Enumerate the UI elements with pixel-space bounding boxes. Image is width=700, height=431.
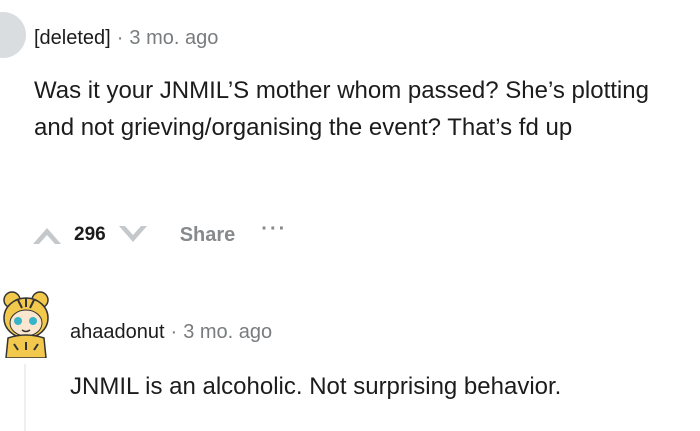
comment-meta: [deleted] · 3 mo. ago: [34, 24, 218, 52]
share-button[interactable]: Share: [180, 224, 236, 247]
more-options-icon[interactable]: ···: [261, 218, 287, 241]
comment-meta: ahaadonut · 3 mo. ago: [70, 318, 272, 346]
avatar[interactable]: [0, 288, 58, 359]
comment-body: JNMIL is an alcoholic. Not surprising be…: [70, 373, 562, 400]
meta-separator: ·: [116, 27, 124, 49]
meta-separator: ·: [170, 321, 178, 343]
avatar[interactable]: [0, 12, 26, 58]
comment-actions: 296 Share ···: [30, 218, 287, 252]
thread-line[interactable]: [24, 364, 26, 431]
downvote-icon[interactable]: [116, 222, 150, 248]
comment-timestamp[interactable]: 3 mo. ago: [129, 27, 218, 49]
author-name: [deleted]: [34, 27, 111, 49]
comment-timestamp[interactable]: 3 mo. ago: [183, 321, 272, 343]
vote-count: 296: [74, 224, 106, 245]
author-name[interactable]: ahaadonut: [70, 321, 165, 343]
upvote-icon[interactable]: [30, 222, 64, 248]
comment-body: Was it your JNMIL’S mother whom passed? …: [34, 77, 649, 141]
